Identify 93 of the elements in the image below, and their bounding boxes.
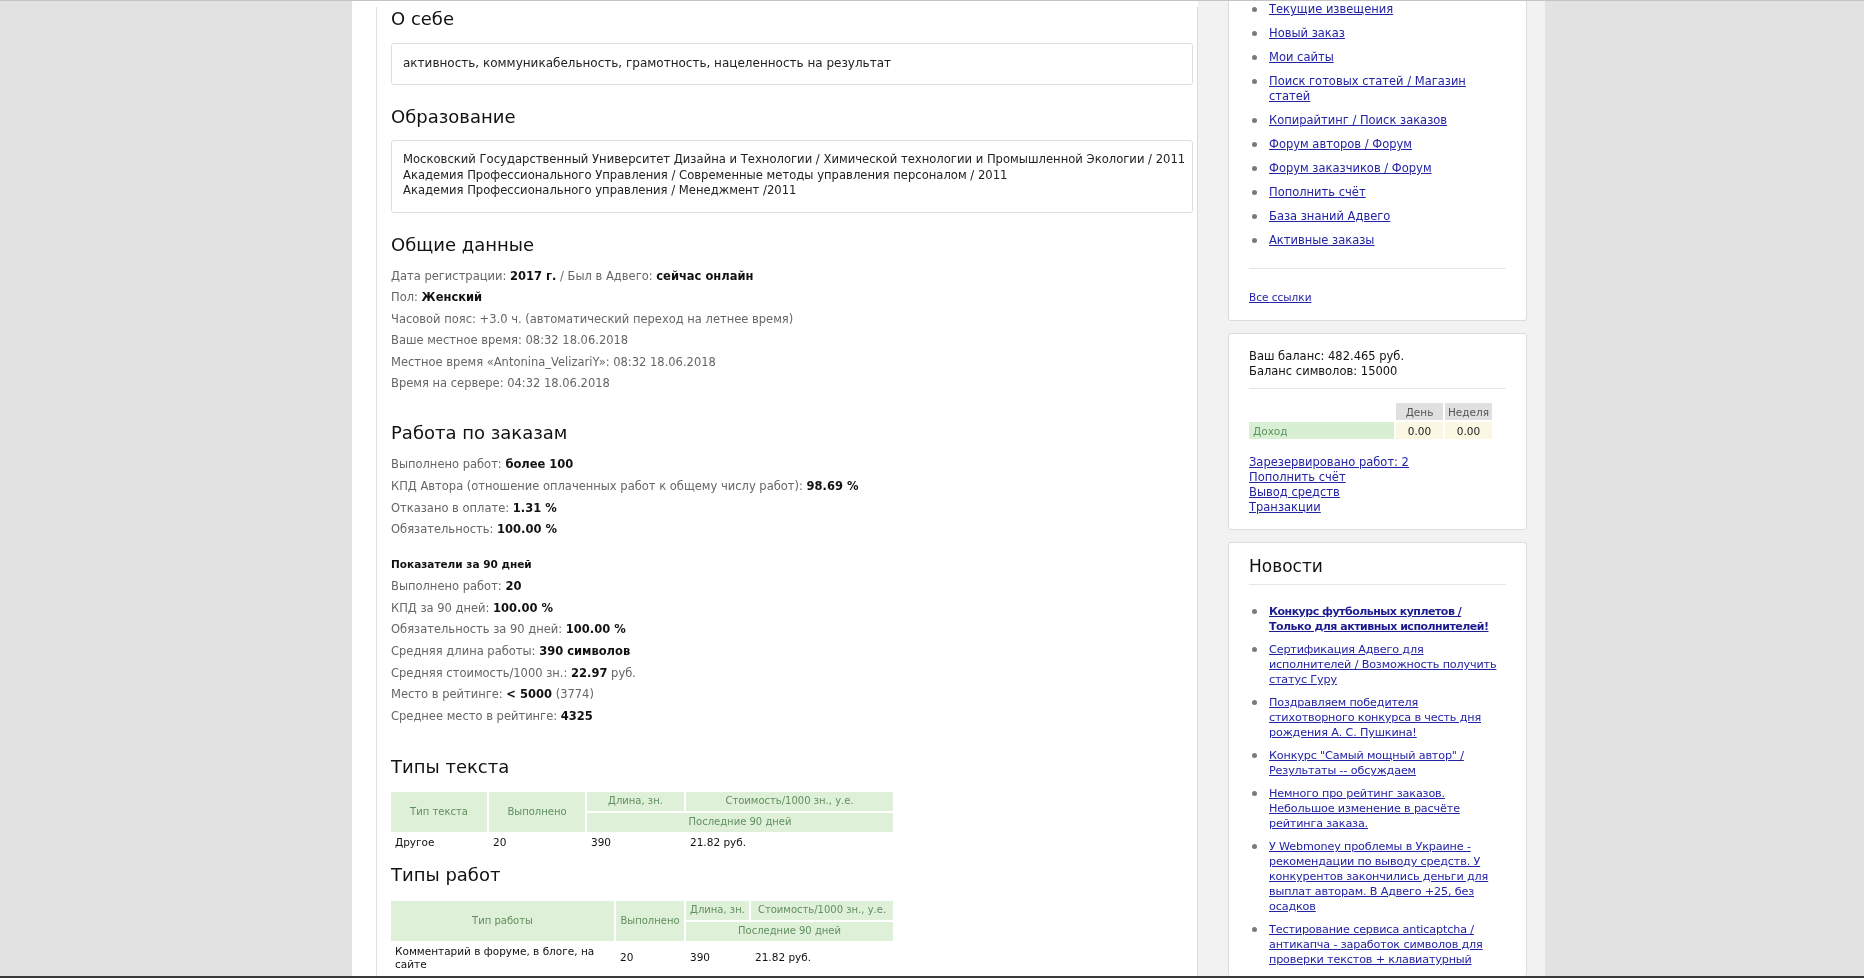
sidebar-link[interactable]: База знаний Адвего bbox=[1269, 209, 1391, 224]
account-link[interactable]: Вывод средств bbox=[1249, 485, 1340, 500]
bullet-icon bbox=[1252, 79, 1257, 84]
sidebar-link[interactable]: Текущие извещения bbox=[1269, 2, 1394, 17]
section-title: О себе bbox=[391, 7, 456, 31]
table-cell-text: 21.82 руб. bbox=[689, 834, 748, 850]
column-header: Тип работы bbox=[391, 900, 614, 941]
bullet-icon bbox=[1252, 118, 1257, 123]
table-cell-text: 390 bbox=[689, 950, 712, 966]
sidebar-link[interactable]: Форум заказчиков / Форум bbox=[1269, 161, 1432, 176]
info-line: Дата регистрации: 2017 г. / Был в Адвего: сейчас онлайн bbox=[391, 268, 754, 284]
stat-line: КПД за 90 дней: 100.00 % bbox=[391, 600, 553, 616]
about-text-box: активность, коммуникабельность, грамотность, нацеленность на результат bbox=[391, 43, 1193, 85]
column-header: Длина, зн. bbox=[686, 900, 749, 920]
balance-text: Ваш баланс: 482.465 руб. bbox=[1249, 349, 1406, 364]
column-header: Последние 90 дней bbox=[587, 812, 893, 832]
bullet-icon bbox=[1252, 142, 1257, 147]
info-line: Пол: Женский bbox=[391, 290, 483, 306]
account-link[interactable]: Пополнить счёт bbox=[1249, 470, 1346, 485]
table-cell-text: 390 bbox=[590, 834, 613, 850]
news-link[interactable]: Сертификация Адвего для исполнителей / Возможность получить статус Гуру bbox=[1269, 642, 1506, 687]
education-entry: Академия Профессионального управления / Менеджмент /2011 bbox=[403, 183, 797, 199]
account-link[interactable]: Транзакции bbox=[1249, 500, 1321, 515]
news-link[interactable]: Тестирование сервиса anticaptcha / антикапча - заработок символов для проверки текстов + клавиатурный bbox=[1269, 922, 1506, 967]
bullet-icon bbox=[1252, 238, 1257, 243]
stat-line: Место в рейтинге: < 5000 (3774) bbox=[391, 687, 594, 703]
bullet-icon bbox=[1252, 647, 1257, 652]
column-header: День bbox=[1396, 403, 1443, 420]
bullet-icon bbox=[1252, 753, 1257, 758]
balance-text: Баланс символов: 15000 bbox=[1249, 364, 1399, 379]
section-title: Общие данные bbox=[391, 232, 535, 257]
sidebar-link[interactable]: Пополнить счёт bbox=[1269, 185, 1366, 200]
sidebar-link[interactable]: Форум авторов / Форум bbox=[1269, 137, 1412, 152]
table-cell-text: 20 bbox=[619, 950, 635, 966]
bullet-icon bbox=[1252, 214, 1257, 219]
column-header: Длина, зн. bbox=[587, 791, 684, 811]
news-link[interactable]: Конкурс футбольных куплетов / Только для активных исполнителей! bbox=[1269, 604, 1506, 634]
news-link[interactable]: Поздравляем победителя стихотворного конкурса в честь дня рождения А. С. Пушкина! bbox=[1269, 695, 1506, 740]
sidebar-link[interactable]: Поиск готовых статей / Магазин статей bbox=[1269, 74, 1506, 104]
stat-line: Обязательность: 100.00 % bbox=[391, 522, 557, 538]
stat-line: Отказано в оплате: 1.31 % bbox=[391, 500, 557, 516]
bullet-icon bbox=[1252, 609, 1257, 614]
section-title: Типы работ bbox=[391, 862, 502, 887]
bullet-icon bbox=[1252, 927, 1257, 932]
stat-line: Выполнено работ: 20 bbox=[391, 579, 522, 595]
section-title: Типы текста bbox=[391, 754, 511, 779]
table-cell-text: Комментарий в форуме, в блоге, на сайте bbox=[394, 943, 596, 972]
row-label: Доход bbox=[1249, 422, 1394, 439]
sidebar-link[interactable]: Новый заказ bbox=[1269, 26, 1345, 41]
column-header: Неделя bbox=[1445, 403, 1492, 420]
stat-line: Среднее место в рейтинге: 4325 bbox=[391, 708, 593, 724]
bullet-icon bbox=[1252, 55, 1257, 60]
bullet-icon bbox=[1252, 166, 1257, 171]
table-cell: 0.00 bbox=[1445, 422, 1492, 439]
education-entry: Академия Профессионального Управления / Современные методы управления персоналом / 2011 bbox=[403, 167, 1008, 183]
bullet-icon bbox=[1252, 700, 1257, 705]
info-line: Часовой пояс: +3.0 ч. (автоматический переход на летнее время) bbox=[391, 311, 794, 327]
table-cell: 0.00 bbox=[1396, 422, 1443, 439]
column-header: Выполнено bbox=[489, 791, 585, 832]
table-cell-text: 20 bbox=[492, 834, 508, 850]
news-link[interactable]: У Webmoney проблемы в Украине - рекомендации по выводу средств. У конкурентов закончились деньги для выплат авторам. В Адвего +25, без осадков bbox=[1269, 839, 1506, 914]
subsection-title: Показатели за 90 дней bbox=[391, 557, 533, 573]
education-entry: Московский Государственный Университет Дизайна и Технологии / Химической технологии и Промышленной Экологии / 2011 bbox=[403, 152, 1186, 168]
sidebar-link[interactable]: Активные заказы bbox=[1269, 233, 1375, 248]
stat-line: Обязательность за 90 дней: 100.00 % bbox=[391, 622, 626, 638]
all-links-link[interactable]: Все ссылки bbox=[1249, 290, 1312, 304]
stat-line: Выполнено работ: более 100 bbox=[391, 457, 574, 473]
bullet-icon bbox=[1252, 791, 1257, 796]
news-link[interactable]: Конкурс "Самый мощный автор" / Результаты -- обсуждаем bbox=[1269, 748, 1506, 778]
bullet-icon bbox=[1252, 31, 1257, 36]
section-title: Работа по заказам bbox=[391, 421, 569, 446]
table-cell-text: Другое bbox=[394, 834, 436, 850]
column-header: Последние 90 дней bbox=[686, 921, 893, 941]
table-cell-text: 21.82 руб. bbox=[754, 950, 813, 966]
info-line: Время на сервере: 04:32 18.06.2018 bbox=[391, 376, 610, 392]
stat-line: КПД Автора (отношение оплаченных работ к общему числу работ): 98.69 % bbox=[391, 479, 859, 495]
column-header: Стоимость/1000 зн., у.е. bbox=[686, 791, 893, 811]
account-link[interactable]: Зарезервировано работ: 2 bbox=[1249, 455, 1409, 470]
bullet-icon bbox=[1252, 844, 1257, 849]
news-link[interactable]: Немного про рейтинг заказов. Небольшое изменение в расчёте рейтинга заказа. bbox=[1269, 786, 1506, 831]
stat-line: Средняя стоимость/1000 зн.: 22.97 руб. bbox=[391, 665, 636, 681]
info-line: Местное время «Antonina_VelizariY»: 08:32 18.06.2018 bbox=[391, 354, 716, 370]
stat-line: Средняя длина работы: 390 символов bbox=[391, 644, 631, 660]
sidebar-link[interactable]: Копирайтинг / Поиск заказов bbox=[1269, 113, 1448, 128]
sidebar-link[interactable]: Мои сайты bbox=[1269, 50, 1334, 65]
section-title: Образование bbox=[391, 105, 517, 129]
info-line: Ваше местное время: 08:32 18.06.2018 bbox=[391, 333, 629, 349]
column-header: Тип текста bbox=[391, 791, 487, 832]
column-header: Стоимость/1000 зн., у.е. bbox=[751, 900, 893, 920]
bullet-icon bbox=[1252, 190, 1257, 195]
bullet-icon bbox=[1252, 7, 1257, 12]
column-header: Выполнено bbox=[616, 900, 684, 941]
news-title: Новости bbox=[1249, 555, 1324, 577]
